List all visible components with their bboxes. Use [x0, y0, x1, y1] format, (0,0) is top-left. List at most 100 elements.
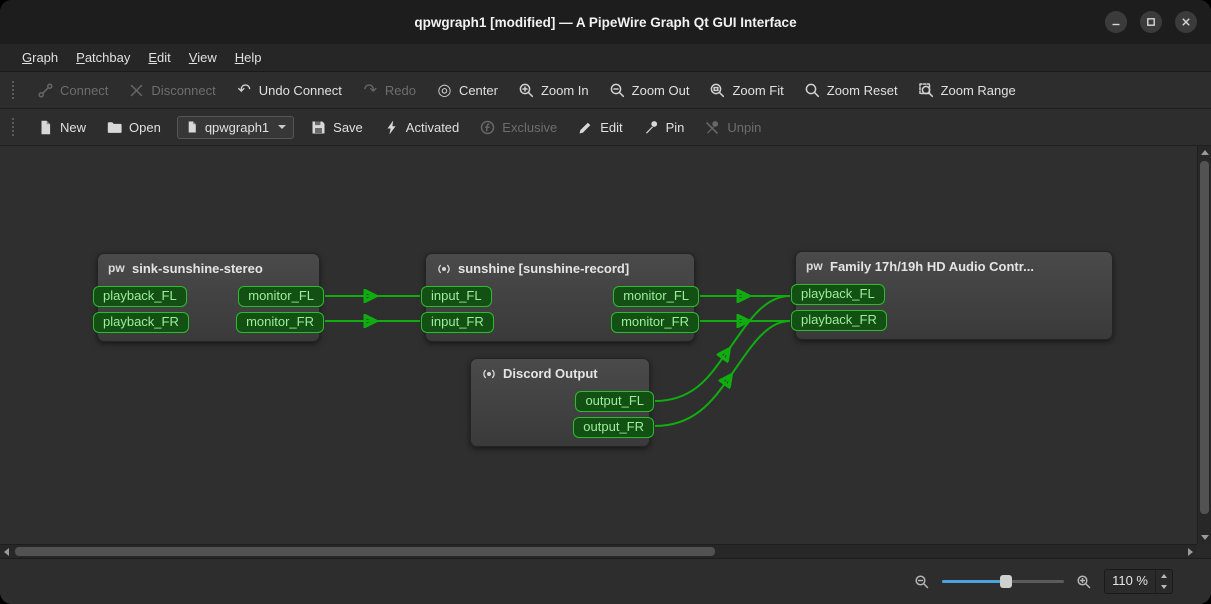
node-title: sunshine [sunshine-record] [458, 260, 629, 277]
horizontal-scrollbar[interactable] [0, 544, 1197, 558]
zoom-reset-icon [804, 82, 821, 99]
zoom-reset-button[interactable]: Zoom Reset [795, 77, 907, 104]
node-header[interactable]: Discord Output [471, 359, 649, 386]
node-title: Discord Output [503, 365, 598, 382]
spin-down-button[interactable] [1156, 582, 1172, 594]
spin-down-icon [1161, 585, 1167, 589]
save-icon [310, 119, 327, 136]
node-sink-sunshine-stereo[interactable]: pw sink-sunshine-stereo playback_FL moni… [97, 253, 320, 342]
vertical-scrollbar[interactable] [1197, 146, 1211, 544]
scroll-right-arrow[interactable] [1188, 548, 1193, 556]
zoom-fit-icon [709, 82, 726, 99]
input-port[interactable]: playback_FR [93, 312, 189, 333]
save-button[interactable]: Save [301, 114, 372, 141]
audio-app-icon [436, 261, 452, 277]
close-icon [1181, 17, 1191, 27]
zoom-spinbox[interactable]: 110 % [1104, 569, 1173, 594]
unpin-button[interactable]: Unpin [695, 114, 770, 141]
output-port[interactable]: monitor_FL [613, 286, 699, 307]
input-port[interactable]: playback_FR [791, 310, 887, 331]
menubar: Graph Patchbay Edit View Help [0, 44, 1211, 72]
zoom-slider[interactable] [942, 574, 1064, 589]
spin-arrows [1155, 570, 1172, 593]
connect-button[interactable]: Connect [28, 77, 117, 104]
minimize-icon [1111, 17, 1121, 27]
toolbar-grip[interactable] [12, 81, 17, 99]
node-header[interactable]: pw sink-sunshine-stereo [98, 254, 319, 281]
zoom-value[interactable]: 110 % [1105, 570, 1155, 593]
undo-connect-button[interactable]: ↶ Undo Connect [227, 77, 351, 104]
zoom-out-button[interactable]: Zoom Out [600, 77, 699, 104]
menu-graph[interactable]: Graph [13, 46, 67, 69]
close-button[interactable] [1175, 11, 1197, 33]
slider-handle[interactable] [1000, 575, 1012, 588]
combo-value: qpwgraph1 [205, 120, 269, 135]
node-sunshine[interactable]: sunshine [sunshine-record] input_FL moni… [425, 253, 695, 342]
menu-edit[interactable]: Edit [139, 46, 179, 69]
graph-canvas[interactable]: pw sink-sunshine-stereo playback_FL moni… [0, 146, 1211, 558]
input-port[interactable]: input_FR [421, 312, 494, 333]
menu-help[interactable]: Help [226, 46, 271, 69]
pipewire-icon: pw [806, 258, 824, 275]
open-button[interactable]: Open [97, 114, 170, 141]
graph-toolbar: Connect Disconnect ↶ Undo Connect ↷ Redo… [0, 72, 1211, 109]
patchbay-toolbar: New Open qpwgraph1 Save Activated Exclus… [0, 109, 1211, 146]
zoom-range-icon [918, 82, 935, 99]
redo-icon: ↷ [362, 82, 379, 99]
slider-fill [942, 580, 1005, 583]
spin-up-button[interactable] [1156, 570, 1172, 582]
toolbar-grip[interactable] [12, 118, 17, 136]
lightning-icon [383, 119, 400, 136]
center-button[interactable]: ◎ Center [427, 77, 507, 104]
patchbay-profile-combo[interactable]: qpwgraph1 [177, 116, 294, 139]
edit-button[interactable]: Edit [568, 114, 631, 141]
redo-button[interactable]: ↷ Redo [353, 77, 425, 104]
input-port[interactable]: playback_FL [791, 284, 885, 305]
zoom-out-icon[interactable] [914, 574, 930, 590]
disconnect-button[interactable]: Disconnect [119, 77, 224, 104]
pencil-icon [577, 119, 594, 136]
exclusive-icon [479, 119, 496, 136]
center-icon: ◎ [436, 82, 453, 99]
scroll-up-arrow[interactable] [1201, 150, 1209, 155]
maximize-icon [1146, 17, 1156, 27]
zoom-in-icon[interactable] [1076, 574, 1092, 590]
pin-button[interactable]: Pin [634, 114, 694, 141]
titlebar[interactable]: qpwgraph1 [modified] — A PipeWire Graph … [0, 0, 1211, 44]
graph-viewport[interactable]: pw sink-sunshine-stereo playback_FL moni… [0, 146, 1197, 544]
window-controls [1105, 0, 1197, 44]
horizontal-scroll-handle[interactable] [15, 547, 715, 556]
statusbar: 110 % [0, 558, 1211, 604]
output-port[interactable]: monitor_FR [236, 312, 324, 333]
node-header[interactable]: sunshine [sunshine-record] [426, 254, 694, 281]
connection-layer [0, 146, 1197, 544]
app-window: qpwgraph1 [modified] — A PipeWire Graph … [0, 0, 1211, 604]
window-title: qpwgraph1 [modified] — A PipeWire Graph … [414, 15, 796, 30]
output-port[interactable]: output_FL [575, 391, 654, 412]
output-port[interactable]: monitor_FR [611, 312, 699, 333]
menu-patchbay[interactable]: Patchbay [67, 46, 139, 69]
spin-up-icon [1161, 574, 1167, 578]
maximize-button[interactable] [1140, 11, 1162, 33]
zoom-in-button[interactable]: Zoom In [509, 77, 598, 104]
zoom-fit-button[interactable]: Zoom Fit [700, 77, 792, 104]
input-port[interactable]: playback_FL [93, 286, 187, 307]
zoom-in-icon [518, 82, 535, 99]
menu-view[interactable]: View [180, 46, 226, 69]
minimize-button[interactable] [1105, 11, 1127, 33]
activated-toggle[interactable]: Activated [374, 114, 468, 141]
output-port[interactable]: monitor_FL [238, 286, 324, 307]
node-family-hd-audio[interactable]: pw Family 17h/19h HD Audio Contr... play… [795, 251, 1113, 340]
vertical-scroll-handle[interactable] [1200, 161, 1209, 514]
input-port[interactable]: input_FL [421, 286, 492, 307]
exclusive-toggle[interactable]: Exclusive [470, 114, 566, 141]
zoom-range-button[interactable]: Zoom Range [909, 77, 1025, 104]
node-discord-output[interactable]: Discord Output output_FL output_FR [470, 358, 650, 447]
undo-icon: ↶ [236, 82, 253, 99]
new-button[interactable]: New [28, 114, 95, 141]
disconnect-icon [128, 82, 145, 99]
scroll-left-arrow[interactable] [4, 548, 9, 556]
output-port[interactable]: output_FR [573, 417, 654, 438]
scroll-down-arrow[interactable] [1201, 535, 1209, 540]
node-header[interactable]: pw Family 17h/19h HD Audio Contr... [796, 252, 1112, 279]
